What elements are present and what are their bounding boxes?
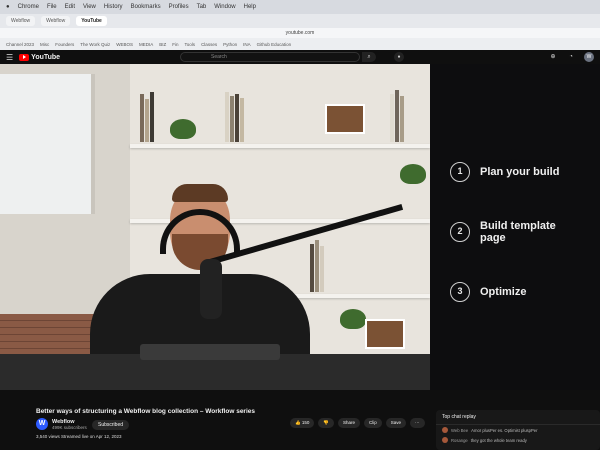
more-options-icon[interactable]: ⋯	[410, 418, 425, 428]
bookmark-item[interactable]: INA	[243, 42, 251, 47]
agenda-text: Plan your build	[480, 166, 560, 178]
browser-tab[interactable]: Webflow	[41, 16, 71, 26]
browser-tabs: Webflow Webflow YouTube	[0, 14, 600, 28]
agenda-item: 3 Optimize	[450, 282, 526, 302]
chat-message: Rosange they got the whole team ready	[436, 435, 600, 445]
bookmark-item[interactable]: The Work Quiz	[80, 42, 110, 47]
agenda-number: 3	[450, 282, 470, 302]
microphone	[200, 259, 222, 319]
channel-info[interactable]: W Webflow 499K subscribers	[36, 418, 87, 430]
bookmark-item[interactable]: BIZ	[159, 42, 166, 47]
chat-author: Rosange	[451, 437, 468, 443]
bookmark-item[interactable]: Fin	[172, 42, 178, 47]
bookmark-item[interactable]: Python	[223, 42, 237, 47]
mac-menu-bar: ● Chrome File Edit View History Bookmark…	[0, 0, 600, 14]
bookmark-item[interactable]: Tools	[185, 42, 196, 47]
chat-header[interactable]: Top chat replay	[436, 410, 600, 425]
agenda-number: 2	[450, 222, 470, 242]
menu-item[interactable]: Help	[244, 4, 256, 10]
bookmark-item[interactable]: Github Education	[257, 42, 292, 47]
notifications-bell-icon[interactable]: ◔	[566, 52, 576, 62]
bookmarks-bar: Channel 2023 Misc Founders The Work Quiz…	[0, 38, 600, 50]
menu-item[interactable]: File	[47, 4, 57, 10]
youtube-logo[interactable]: YouTube	[19, 53, 61, 61]
video-title: Better ways of structuring a Webflow blo…	[36, 408, 255, 415]
chat-avatar	[442, 427, 448, 433]
chat-replay: Top chat replay Web Bee Amor plusPer es.…	[436, 410, 600, 450]
save-button[interactable]: Save	[385, 418, 407, 428]
agenda-text: Optimize	[480, 286, 527, 298]
video-scene-window	[0, 74, 95, 214]
search-input[interactable]: Search	[180, 52, 360, 62]
keyboard	[140, 344, 280, 360]
agenda-item: 1 Plan your build	[450, 162, 559, 182]
chat-author: Web Bee	[451, 427, 469, 433]
agenda-panel: 1 Plan your build 2 Build template page …	[430, 64, 600, 390]
address-bar[interactable]: youtube.com	[0, 28, 600, 38]
agenda-number: 1	[450, 162, 470, 182]
menu-item[interactable]: Tab	[197, 4, 207, 10]
clip-button[interactable]: Clip	[364, 418, 382, 428]
avatar[interactable]: W	[584, 52, 594, 62]
create-video-icon[interactable]: ⊕	[548, 52, 558, 62]
search-icon[interactable]: ⌕	[362, 52, 376, 62]
browser-tab[interactable]: Webflow	[6, 16, 36, 26]
bookmark-item[interactable]: Channel 2023	[6, 42, 34, 47]
menu-item[interactable]: Profiles	[169, 4, 189, 10]
youtube-header: ☰ YouTube Search ⌕ ● ⊕ ◔ W	[0, 50, 600, 64]
agenda-item: 2 Build template page	[450, 220, 570, 244]
subscribe-button[interactable]: Subscribed	[92, 420, 130, 430]
bookmark-item[interactable]: MEDIA	[139, 42, 153, 47]
bookmark-item[interactable]: Classes	[201, 42, 217, 47]
bookmark-item[interactable]: Founders	[55, 42, 74, 47]
chat-message: Web Bee Amor plusPer es. Optimist pluspP…	[436, 425, 600, 435]
bookmark-item[interactable]: Misc	[40, 42, 49, 47]
hamburger-menu-icon[interactable]: ☰	[6, 53, 13, 62]
chat-text: Amor plusPer es. Optimist pluspPer	[471, 427, 538, 433]
video-info-area: Better ways of structuring a Webflow blo…	[0, 390, 600, 450]
share-button[interactable]: Share	[337, 418, 360, 428]
browser-tab-active[interactable]: YouTube	[76, 16, 107, 26]
like-button[interactable]: 👍 150	[290, 418, 315, 428]
like-count: 150	[301, 420, 310, 425]
subscriber-count: 499K subscribers	[52, 424, 87, 430]
dislike-button[interactable]: 👎	[318, 418, 334, 428]
youtube-play-icon	[19, 53, 30, 61]
video-description[interactable]: 3,540 views Streamed live on Apr 12, 202…	[36, 434, 122, 439]
address-url[interactable]: youtube.com	[286, 30, 315, 36]
video-player[interactable]	[0, 64, 430, 390]
microphone-icon[interactable]: ●	[394, 52, 404, 62]
chat-avatar	[442, 437, 448, 443]
menu-item[interactable]: Chrome	[18, 4, 39, 10]
agenda-text: Build template page	[480, 220, 556, 244]
chat-text: they got the whole team ready	[470, 437, 527, 443]
menu-item[interactable]: Edit	[65, 4, 75, 10]
menu-item[interactable]: Window	[214, 4, 235, 10]
youtube-logo-text: YouTube	[31, 53, 61, 61]
channel-avatar[interactable]: W	[36, 418, 48, 430]
apple-icon[interactable]: ●	[6, 4, 10, 10]
bookmark-item[interactable]: WEBOS	[116, 42, 133, 47]
menu-item[interactable]: History	[104, 4, 123, 10]
menu-item[interactable]: Bookmarks	[131, 4, 161, 10]
menu-item[interactable]: View	[83, 4, 96, 10]
